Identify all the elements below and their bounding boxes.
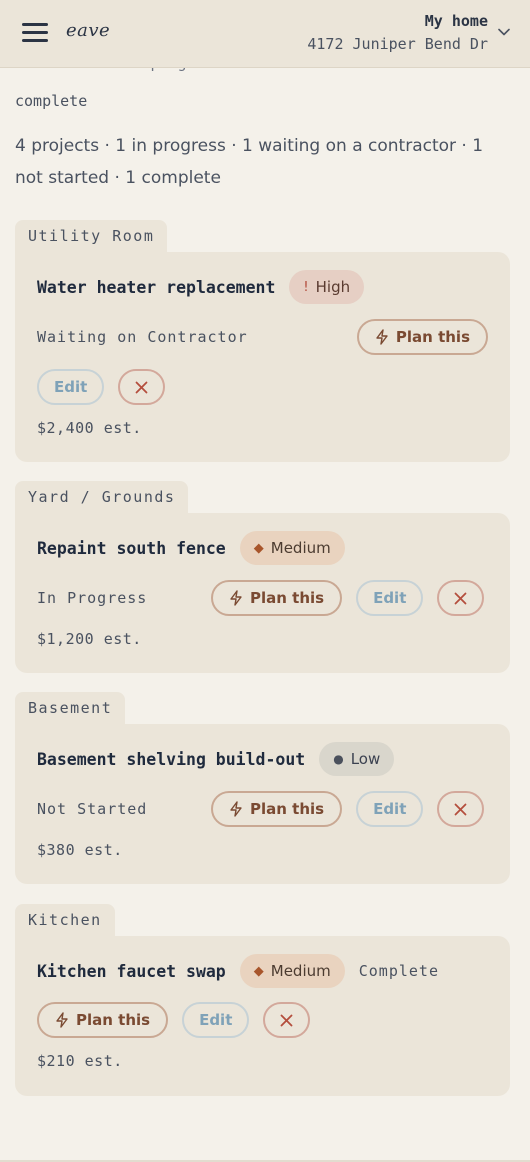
room-label: Basement: [15, 692, 126, 726]
edit-button[interactable]: Edit: [356, 791, 424, 827]
edit-button[interactable]: Edit: [356, 580, 424, 616]
home-switcher-title[interactable]: My home: [425, 12, 488, 30]
project-summary: 4 projects · 1 in progress · 1 waiting o…: [15, 136, 484, 188]
delete-button[interactable]: [118, 369, 166, 405]
status-text: In Progress: [37, 589, 148, 607]
app-header: eave My home 4172 Juniper Bend Dr: [0, 0, 530, 68]
project-card: Repaint south fence ◆ Medium In Progress…: [15, 513, 510, 673]
priority-high-icon: !: [303, 279, 309, 295]
room-group-kitchen: Kitchen Kitchen faucet swap ◆ Medium Com…: [15, 904, 510, 1096]
app-logo[interactable]: eave: [66, 20, 110, 41]
priority-label: Low: [350, 750, 381, 768]
cost-estimate: $210 est.: [37, 1052, 123, 1070]
plan-this-button[interactable]: Plan this: [37, 1002, 169, 1038]
home-address[interactable]: 4172 Juniper Bend Dr: [307, 35, 488, 53]
close-icon: [280, 1014, 293, 1026]
edit-button[interactable]: Edit: [182, 1002, 250, 1038]
close-icon: [454, 592, 467, 604]
priority-badge: ◆ Medium: [239, 954, 345, 988]
priority-medium-icon: ◆: [253, 540, 264, 556]
priority-badge: ! High: [289, 270, 365, 304]
chevron-down-icon[interactable]: [498, 28, 510, 36]
project-card: Basement shelving build-out ● Low Not St…: [15, 724, 510, 884]
delete-button[interactable]: [437, 791, 485, 827]
room-label: Kitchen: [15, 904, 115, 938]
priority-label: Medium: [270, 962, 331, 980]
bolt-icon: [56, 1012, 68, 1028]
priority-low-icon: ●: [333, 752, 344, 766]
plan-this-label: Plan this: [250, 800, 325, 818]
room-group-utility-room: Utility Room Water heater replacement ! …: [15, 220, 510, 462]
close-icon: [454, 803, 467, 815]
priority-label: High: [315, 278, 351, 296]
room-group-basement: Basement Basement shelving build-out ● L…: [15, 692, 510, 884]
room-label: Utility Room: [15, 220, 168, 254]
cost-estimate: $1,200 est.: [37, 630, 142, 648]
priority-label: Medium: [270, 539, 331, 557]
close-icon: [135, 381, 148, 393]
project-title[interactable]: Kitchen faucet swap: [37, 962, 226, 981]
project-title[interactable]: Repaint south fence: [37, 539, 226, 558]
project-card: Kitchen faucet swap ◆ Medium Complete Pl…: [15, 936, 510, 1096]
priority-badge: ◆ Medium: [239, 531, 345, 565]
room-label: Yard / Grounds: [15, 481, 189, 515]
priority-badge: ● Low: [319, 742, 395, 776]
plan-this-label: Plan this: [395, 328, 470, 346]
status-text: Complete: [358, 962, 439, 980]
plan-this-label: Plan this: [250, 589, 325, 607]
status-text: Waiting on Contractor: [37, 328, 248, 346]
bolt-icon: [376, 329, 388, 345]
project-title[interactable]: Basement shelving build-out: [37, 750, 305, 769]
cost-estimate: $2,400 est.: [37, 419, 142, 437]
plan-this-button[interactable]: Plan this: [356, 319, 488, 355]
project-card: Water heater replacement ! High Waiting …: [15, 252, 510, 462]
plan-this-label: Plan this: [76, 1011, 151, 1029]
project-title[interactable]: Water heater replacement: [37, 278, 275, 297]
delete-button[interactable]: [437, 580, 485, 616]
room-group-yard-grounds: Yard / Grounds Repaint south fence ◆ Med…: [15, 481, 510, 673]
plan-this-button[interactable]: Plan this: [211, 791, 343, 827]
delete-button[interactable]: [263, 1002, 311, 1038]
edit-button[interactable]: Edit: [37, 369, 105, 405]
priority-medium-icon: ◆: [253, 963, 264, 979]
scrolled-summary-line: complete: [15, 92, 88, 110]
bolt-icon: [230, 801, 242, 817]
menu-icon[interactable]: [22, 22, 48, 42]
status-text: Not Started: [37, 800, 148, 818]
bolt-icon: [230, 590, 242, 606]
plan-this-button[interactable]: Plan this: [211, 580, 343, 616]
cost-estimate: $380 est.: [37, 841, 123, 859]
